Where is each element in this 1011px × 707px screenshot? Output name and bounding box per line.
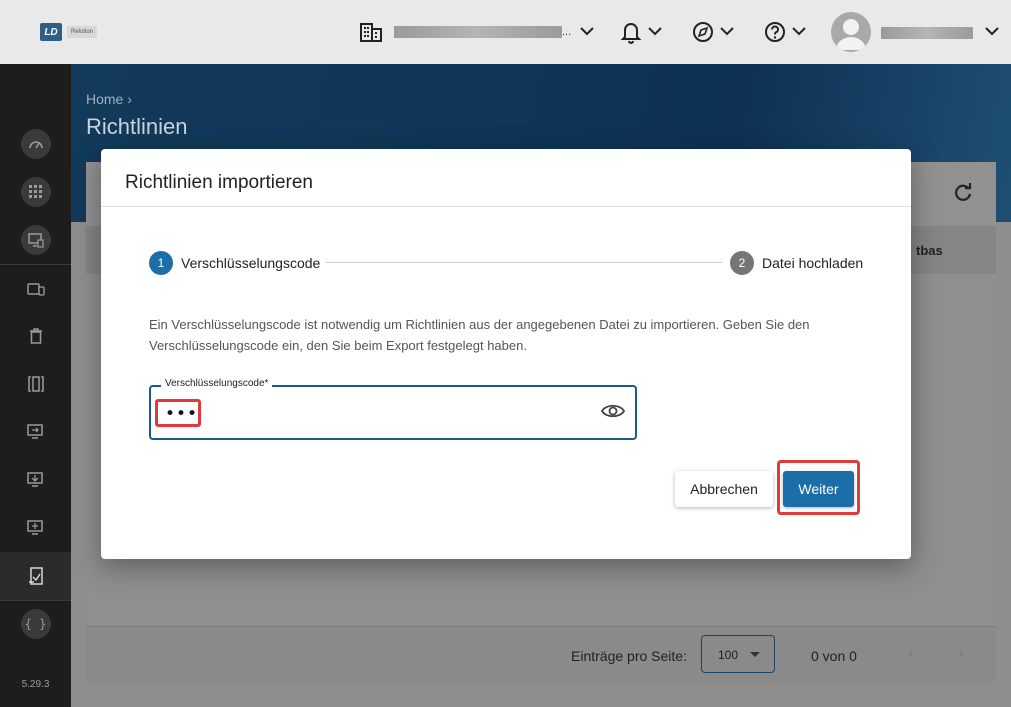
column-header[interactable]: tbas	[916, 243, 943, 258]
import-policies-dialog: Richtlinien importieren 1 Verschlüsselun…	[101, 149, 911, 559]
chevron-down-icon[interactable]	[648, 26, 662, 36]
sidebar-item-trash[interactable]	[0, 312, 71, 360]
chevron-down-icon[interactable]	[792, 26, 806, 36]
next-button[interactable]: Weiter	[783, 471, 854, 507]
step-label: Verschlüsselungscode	[181, 255, 321, 271]
page-title: Richtlinien	[86, 114, 188, 139]
bell-icon[interactable]	[620, 20, 642, 44]
step-number: 1	[149, 251, 173, 275]
dialog-description: Ein Verschlüsselungscode ist notwendig u…	[149, 317, 810, 353]
step-encryption-code: 1 Verschlüsselungscode	[149, 251, 320, 275]
dialog-title: Richtlinien importieren	[125, 172, 313, 193]
dashboard-icon	[28, 141, 43, 149]
table-footer: Einträge pro Seite: 100 0 von 0 ‹ ›	[86, 626, 996, 682]
rows-per-page-select[interactable]: 100	[701, 635, 775, 673]
next-button-highlight: Weiter	[777, 460, 860, 515]
chevron-down-icon[interactable]	[580, 26, 594, 36]
sidebar-item-devices[interactable]	[0, 266, 71, 314]
help-icon[interactable]	[764, 21, 786, 43]
code-braces-icon: { }	[24, 617, 47, 631]
sidebar-item-dashboard[interactable]	[0, 120, 71, 168]
field-label: Verschlüsselungscode*	[161, 378, 273, 389]
sidebar: { } 5.29.3	[0, 64, 71, 707]
download-icon	[26, 472, 43, 487]
chevron-left-icon[interactable]: ‹	[908, 643, 914, 664]
sidebar-item-screen-share[interactable]	[0, 408, 71, 456]
chevron-down-icon[interactable]	[720, 26, 734, 36]
caret-down-icon	[750, 652, 760, 657]
user-name-redacted[interactable]	[881, 27, 973, 39]
rows-per-page-label: Einträge pro Seite:	[571, 648, 687, 664]
sidebar-item-download[interactable]	[0, 456, 71, 504]
organization-name-redacted[interactable]	[394, 26, 562, 38]
policy-import-icon	[28, 567, 43, 585]
eye-icon[interactable]	[601, 402, 625, 420]
user-icon	[836, 19, 866, 50]
refresh-icon[interactable]	[952, 182, 974, 204]
step-upload-file: 2 Datei hochladen	[730, 251, 863, 275]
trash-icon	[29, 328, 42, 344]
avatar[interactable]	[831, 12, 871, 52]
screen-share-icon	[26, 424, 43, 439]
step-number: 2	[730, 251, 754, 275]
device-screen-icon	[27, 233, 44, 248]
apps-grid-icon	[28, 185, 42, 198]
sidebar-divider	[0, 264, 71, 265]
sidebar-item-code[interactable]: { }	[0, 600, 71, 648]
app-logo[interactable]: LD Relution	[40, 20, 110, 44]
organization-ellipsis: ...	[562, 26, 572, 38]
app-version: 5.29.3	[21, 679, 50, 690]
top-bar: LD Relution ...	[0, 0, 1011, 64]
step-label: Datei hochladen	[762, 255, 864, 271]
logo-text: Relution	[67, 26, 98, 38]
monitor-add-icon	[26, 520, 43, 535]
encryption-code-field[interactable]: Verschlüsselungscode* •••	[149, 378, 637, 440]
breadcrumb[interactable]: Home ›	[86, 91, 132, 107]
sidebar-item-apps[interactable]	[0, 168, 71, 216]
pagination-info: 0 von 0	[811, 648, 857, 664]
encryption-code-input[interactable]: •••	[165, 404, 198, 424]
sidebar-item-policy-import[interactable]	[0, 552, 71, 600]
sidebar-item-device-screen[interactable]	[0, 216, 71, 264]
compass-icon[interactable]	[692, 21, 714, 43]
rows-per-page-value: 100	[718, 648, 739, 662]
devices-icon	[26, 283, 45, 296]
sidebar-item-monitor-add[interactable]	[0, 504, 71, 552]
dialog-divider	[101, 206, 911, 207]
chevron-down-icon[interactable]	[985, 26, 999, 36]
cancel-button[interactable]: Abbrechen	[675, 471, 773, 507]
phone-frame-icon	[27, 376, 44, 392]
logo-mark: LD	[40, 23, 62, 41]
chevron-right-icon[interactable]: ›	[958, 643, 964, 664]
sidebar-item-phone-frame[interactable]	[0, 360, 71, 408]
stepper-connector	[326, 262, 722, 263]
building-icon[interactable]	[360, 22, 382, 42]
